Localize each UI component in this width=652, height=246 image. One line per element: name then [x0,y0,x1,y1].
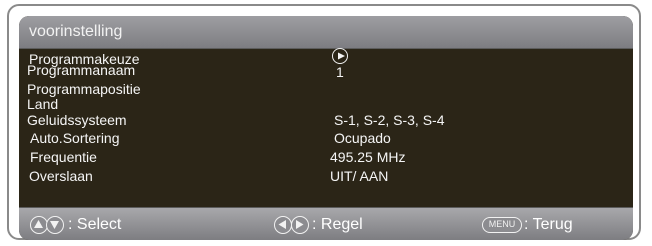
back-hint: : Terug [524,216,573,233]
geluidssysteem-value: S-1, S-2, S-3, S-4 [334,112,445,128]
overslaan-value: UIT/ AAN [330,168,389,184]
menu-list: Programmakeuze Programmanaam Programmapo… [19,48,633,207]
menu-item-overslaan[interactable]: Overslaan [29,169,93,184]
select-hint: : Select [68,216,122,233]
auto-sortering-value: Ocupado [334,130,391,146]
footer-hint-bar: : Select : Regel MENU : Terug [19,207,633,240]
title-bar: voorinstelling [19,16,633,49]
menu-item-programmapositie[interactable]: Programmapositie [27,82,141,97]
programmanaam-value: 1 [336,64,344,80]
menu-title: voorinstelling [29,23,123,40]
menu-item-geluidssysteem[interactable]: Geluidssysteem [27,113,127,128]
right-button-icon [291,216,309,234]
menu-item-programmanaam[interactable]: Programmanaam [27,63,135,78]
menu-item-auto-sortering[interactable]: Auto.Sortering [30,131,120,146]
menu-item-land[interactable]: Land [27,97,58,112]
play-circle-icon[interactable] [332,48,348,64]
menu-key-icon: MENU [482,217,522,233]
left-button-icon [274,216,292,234]
osd-menu-panel: voorinstelling Programmakeuze Programman… [19,16,633,240]
down-button-icon [46,216,64,234]
frequentie-value: 495.25 MHz [330,149,406,165]
menu-item-frequentie[interactable]: Frequentie [30,150,97,165]
adjust-hint: : Regel [312,216,363,233]
